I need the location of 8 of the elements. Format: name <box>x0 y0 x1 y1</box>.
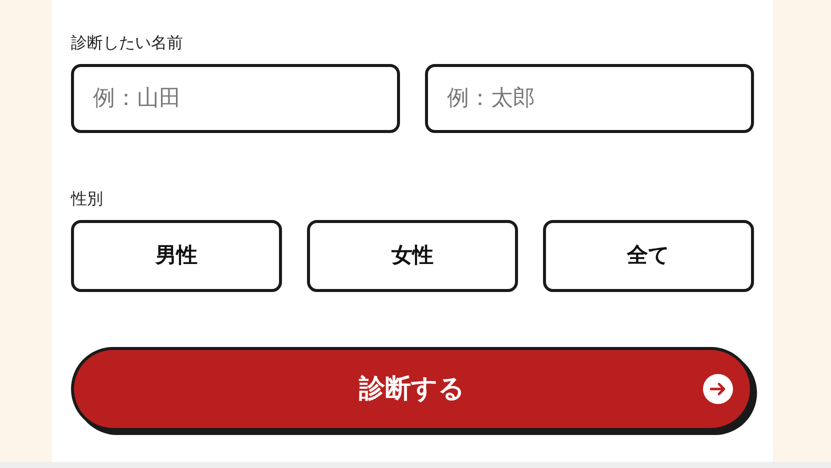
field-label: 診断したい名前 <box>71 32 184 54</box>
gender-option[interactable]: 全て <box>543 220 754 292</box>
field-label: 性別 <box>71 188 104 210</box>
gender-option[interactable]: 男性 <box>71 220 282 292</box>
input-field[interactable]: 例：太郎 <box>425 64 754 133</box>
arrow-circle-icon <box>703 374 733 404</box>
input-field[interactable]: 例：山田 <box>71 64 400 133</box>
gender-option[interactable]: 女性 <box>307 220 518 292</box>
